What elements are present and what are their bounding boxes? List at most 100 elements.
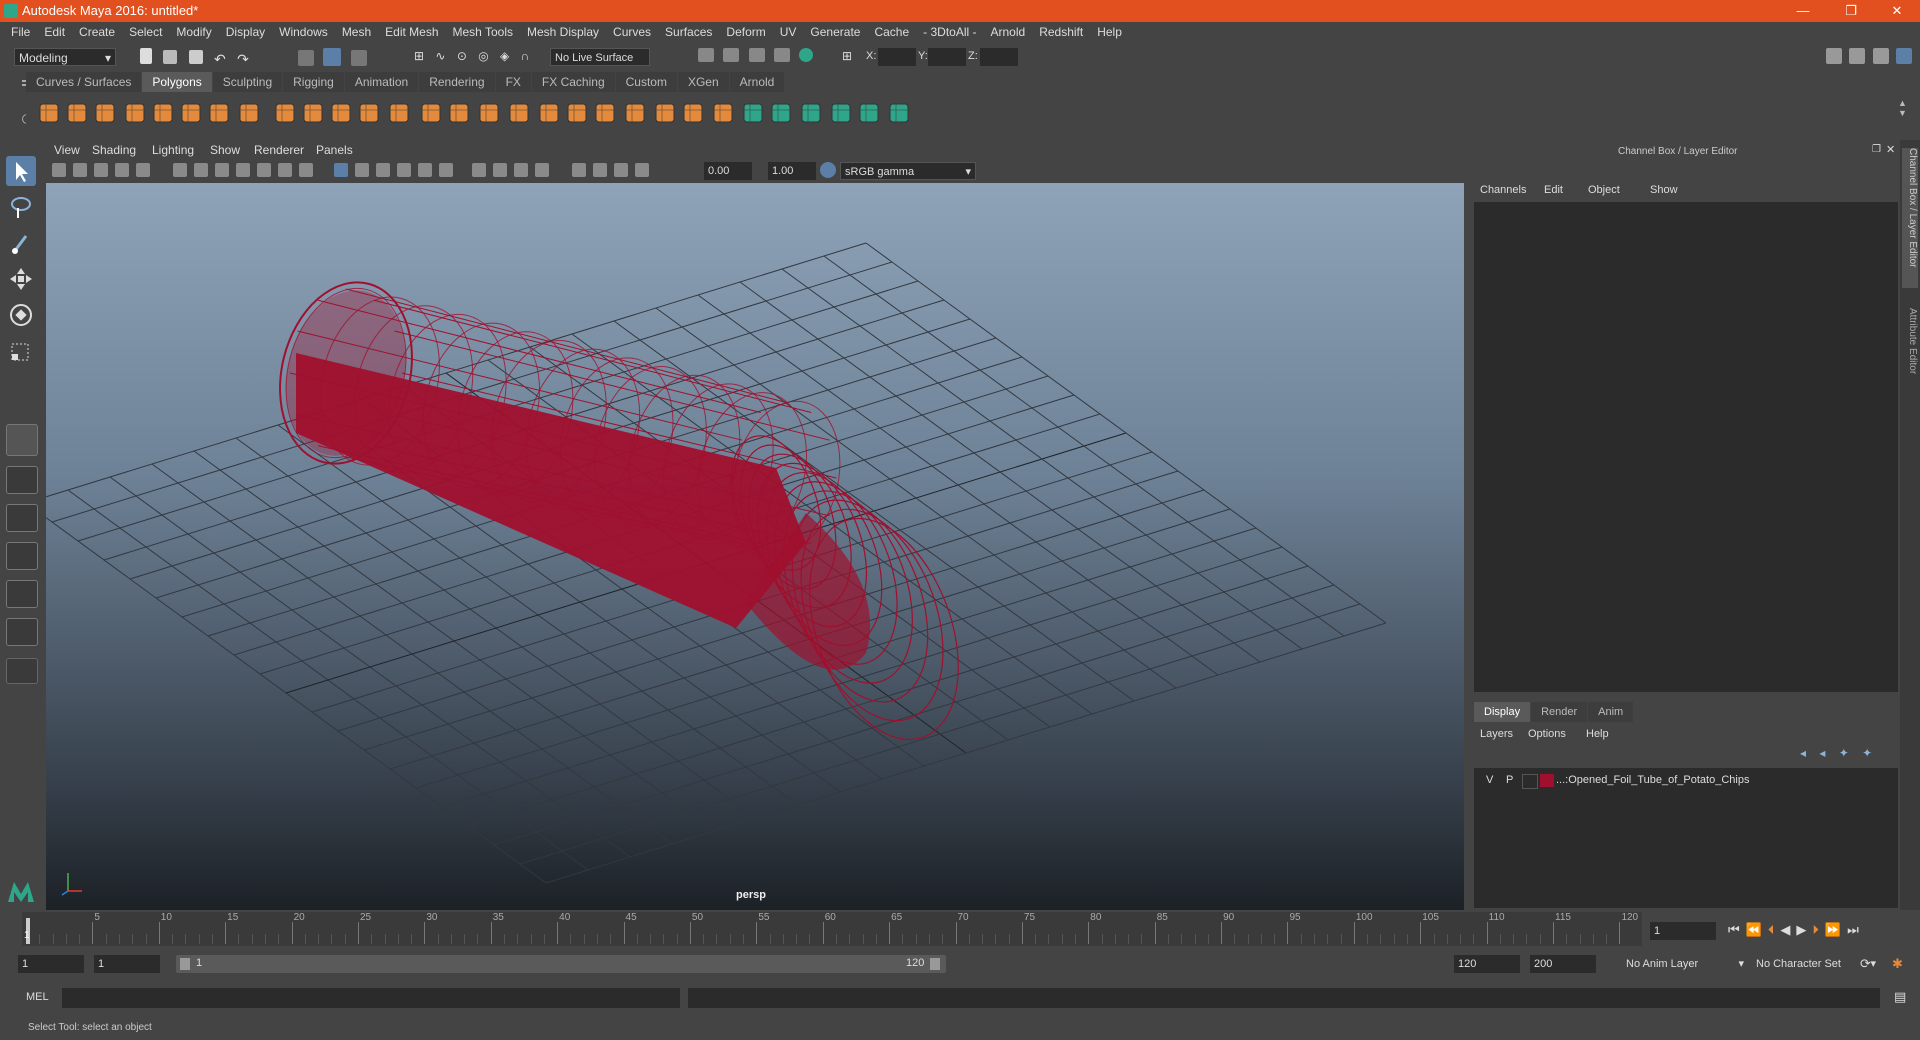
menu-uv[interactable]: UV <box>773 25 804 39</box>
menu-windows[interactable]: Windows <box>272 25 335 39</box>
shelf-cone-icon[interactable] <box>122 100 148 126</box>
camera-attributes-icon[interactable] <box>73 163 87 177</box>
select-object-icon[interactable] <box>323 48 342 66</box>
shelf-tab-arnold[interactable]: Arnold <box>729 72 785 92</box>
shelf-torus-icon[interactable] <box>178 100 204 126</box>
side-tab-attribute-editor[interactable]: Attribute Editor <box>1902 308 1918 398</box>
gamma-field[interactable]: 1.00 <box>768 162 816 180</box>
color-management-icon[interactable] <box>820 162 836 178</box>
layer-tab-render[interactable]: Render <box>1531 702 1588 722</box>
shelf-tab-animation[interactable]: Animation <box>344 72 419 92</box>
anim-layer-dropdown[interactable]: No Anim Layer ▾ <box>1622 955 1746 973</box>
shelf-target-weld-icon[interactable] <box>740 100 766 126</box>
menu-select[interactable]: Select <box>122 25 169 39</box>
shelf-tab-fx-caching[interactable]: FX Caching <box>531 72 615 92</box>
menu-deform[interactable]: Deform <box>719 25 772 39</box>
shelf-cube-icon[interactable] <box>64 100 90 126</box>
channel-box-icon[interactable] <box>1896 48 1913 64</box>
default-material-icon[interactable] <box>376 163 390 177</box>
use-lights-icon[interactable] <box>418 163 432 177</box>
shelf-pyramid-icon[interactable] <box>236 100 262 126</box>
menu-display[interactable]: Display <box>219 25 272 39</box>
layer-menu-options[interactable]: Options <box>1528 728 1566 740</box>
shelf-combine-icon[interactable] <box>418 100 444 126</box>
step-forward-key-icon[interactable]: ⏩ <box>1825 922 1847 937</box>
shelf-platonic-icon[interactable] <box>356 100 382 126</box>
shadows-icon[interactable] <box>439 163 453 177</box>
shelf-merge-icon[interactable] <box>768 100 794 126</box>
ambient-occlusion-icon[interactable] <box>472 163 486 177</box>
two-side-layout-icon[interactable] <box>6 504 38 532</box>
shelf-tab-custom[interactable]: Custom <box>615 72 677 92</box>
playback-start-field[interactable]: 1 <box>94 955 160 973</box>
shelf-center-pivot-icon[interactable] <box>828 100 854 126</box>
snap-point-icon[interactable]: ⊙ <box>457 49 467 63</box>
shelf-prism-icon[interactable] <box>206 100 232 126</box>
layer-tab-anim[interactable]: Anim <box>1588 702 1634 722</box>
shelf-tab-fx[interactable]: FX <box>495 72 531 92</box>
transform-mode-icon[interactable]: ⊞ <box>842 49 852 63</box>
shelf-helix-icon[interactable] <box>300 100 326 126</box>
layer-menu-layers[interactable]: Layers <box>1480 728 1513 740</box>
range-start-handle[interactable] <box>180 958 190 970</box>
persp-graph-layout-icon[interactable] <box>6 580 38 608</box>
new-layer-icon[interactable]: ✦ <box>1839 746 1849 760</box>
shelf-fill-hole-icon[interactable] <box>680 100 706 126</box>
shelf-sphere-icon[interactable] <box>36 100 62 126</box>
menu-cache[interactable]: Cache <box>867 25 916 39</box>
field-chart-icon[interactable] <box>278 163 292 177</box>
script-editor-icon[interactable]: ▤ <box>1894 989 1906 1005</box>
viewport-menu-show[interactable]: Show <box>210 143 240 157</box>
snap-grid-icon[interactable]: ⊞ <box>414 49 424 63</box>
shelf-tab-polygons[interactable]: Polygons <box>142 72 212 92</box>
safe-action-icon[interactable] <box>299 163 313 177</box>
persp-outliner-layout-icon[interactable] <box>6 542 38 570</box>
menu-mesh[interactable]: Mesh <box>335 25 378 39</box>
play-forward-icon[interactable]: ▶ <box>1796 922 1812 937</box>
render-frame-icon[interactable] <box>698 48 714 62</box>
scale-tool-icon[interactable] <box>6 336 36 366</box>
move-tool-icon[interactable] <box>6 264 36 294</box>
channel-menu-object[interactable]: Object <box>1588 184 1620 196</box>
image-plane-icon[interactable] <box>115 163 129 177</box>
bookmarks-icon[interactable] <box>94 163 108 177</box>
playback-end-field[interactable]: 120 <box>1454 955 1520 973</box>
persp-hypershade-layout-icon[interactable] <box>6 618 38 646</box>
viewport-menu-view[interactable]: View <box>54 143 80 157</box>
grid-icon[interactable] <box>194 163 208 177</box>
layer-visibility-toggle[interactable]: V <box>1486 774 1493 786</box>
menu-redshift[interactable]: Redshift <box>1032 25 1090 39</box>
x-field[interactable] <box>878 48 916 66</box>
shelf-bridge-icon[interactable] <box>592 100 618 126</box>
3d-scene[interactable]: persp <box>46 183 1464 910</box>
menu-3dtoall[interactable]: - 3DtoAll - <box>916 25 983 39</box>
menu-help[interactable]: Help <box>1090 25 1129 39</box>
layer-name[interactable]: ...:Opened_Foil_Tube_of_Potato_Chips <box>1556 774 1749 786</box>
range-end-handle[interactable] <box>930 958 940 970</box>
shelf-smooth-icon[interactable] <box>476 100 502 126</box>
shelf-cylinder-icon[interactable] <box>92 100 118 126</box>
y-field[interactable] <box>928 48 966 66</box>
menu-curves[interactable]: Curves <box>606 25 658 39</box>
shelf-super-shape-icon[interactable] <box>386 100 412 126</box>
viewport-menu-lighting[interactable]: Lighting <box>152 143 194 157</box>
move-layer-up-icon[interactable]: ◂ <box>1800 746 1806 760</box>
lasso-tool-icon[interactable] <box>6 192 36 222</box>
layer-color-swatch[interactable] <box>1540 774 1554 787</box>
snap-surface-icon[interactable]: ◈ <box>500 49 509 63</box>
paint-select-tool-icon[interactable] <box>6 228 36 258</box>
undo-icon[interactable]: ↶ <box>214 51 226 67</box>
shelf-plane-icon[interactable] <box>150 100 176 126</box>
exposure-icon[interactable] <box>635 163 649 177</box>
channel-menu-channels[interactable]: Channels <box>1480 184 1526 196</box>
viewport-menu-renderer[interactable]: Renderer <box>254 143 304 157</box>
render-settings-icon[interactable] <box>748 48 765 62</box>
command-input[interactable] <box>62 988 680 1008</box>
shelf-delete-history-icon[interactable] <box>886 100 912 126</box>
attribute-editor-icon[interactable] <box>1849 48 1866 64</box>
shelf-tab-sculpting[interactable]: Sculpting <box>212 72 283 92</box>
2d-pan-zoom-icon[interactable] <box>136 163 150 177</box>
gate-mask-icon[interactable] <box>257 163 271 177</box>
channel-menu-show[interactable]: Show <box>1650 184 1678 196</box>
four-view-layout-icon[interactable] <box>6 466 38 494</box>
